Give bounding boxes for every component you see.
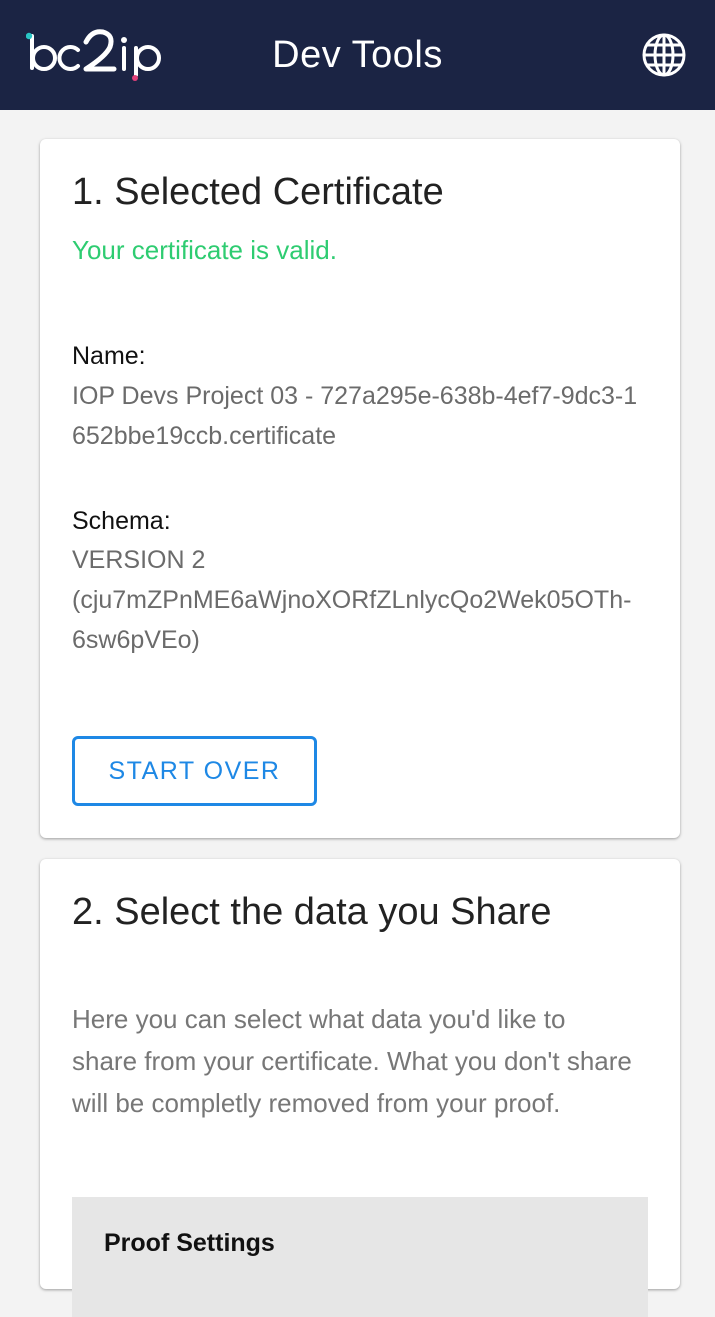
schema-version-value: VERSION 2 bbox=[72, 546, 206, 574]
schema-id-value: (cju7mZPnME6aWjnoXORfZLnlycQo2Wek05OTh-6… bbox=[72, 586, 632, 654]
start-over-button[interactable]: START OVER bbox=[72, 736, 317, 806]
card-title: 1. Selected Certificate bbox=[72, 171, 444, 213]
card-title: 2. Select the data you Share bbox=[72, 891, 552, 933]
certificate-name-value: IOP Devs Project 03 - 727a295e-638b-4ef7… bbox=[72, 382, 638, 450]
globe-icon[interactable] bbox=[638, 29, 690, 81]
app-title: Dev Tools bbox=[272, 34, 443, 76]
select-data-card: 2. Select the data you Share Here you ca… bbox=[40, 859, 680, 1317]
selected-certificate-card: 1. Selected Certificate Your certificate… bbox=[40, 139, 680, 838]
app-bar: Dev Tools bbox=[0, 0, 715, 110]
share-description: Here you can select what data you'd like… bbox=[72, 1004, 632, 1118]
proof-settings-title: Proof Settings bbox=[104, 1229, 275, 1257]
schema-label: Schema: bbox=[72, 507, 171, 535]
proof-settings-panel: Proof Settings bbox=[72, 1197, 648, 1317]
name-label: Name: bbox=[72, 342, 146, 370]
certificate-status: Your certificate is valid. bbox=[72, 235, 337, 265]
